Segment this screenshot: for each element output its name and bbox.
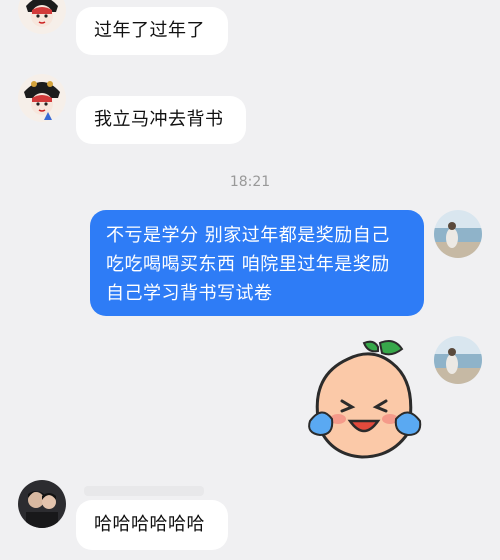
my-avatar[interactable]	[434, 210, 482, 258]
message-text: 哈哈哈哈哈哈	[94, 514, 205, 535]
message-bubble-incoming[interactable]: 我立马冲去背书	[76, 96, 246, 144]
opera-character-avatar-icon	[18, 74, 66, 122]
beach-photo-avatar-icon	[434, 336, 482, 384]
message-bubble-incoming[interactable]: 过年了过年了	[76, 7, 228, 55]
message-text: 过年了过年了	[94, 20, 205, 41]
contact-avatar[interactable]	[18, 74, 66, 122]
peach-sticker-icon	[308, 340, 422, 459]
message-timestamp: 18:21	[229, 174, 271, 190]
message-text-line: 吃吃喝喝买东西 咱院里过年是奖励	[106, 254, 390, 275]
message-text-line: 不亏是学分 别家过年都是奖励自己	[106, 225, 390, 246]
message-text-line: 自己学习背书写试卷	[106, 283, 273, 304]
beach-photo-avatar-icon	[434, 210, 482, 258]
message-bubble-incoming[interactable]: 哈哈哈哈哈哈	[76, 500, 228, 550]
couple-photo-avatar-icon	[18, 480, 66, 528]
message-text: 我立马冲去背书	[94, 109, 224, 130]
opera-character-avatar-icon	[18, 0, 66, 34]
crying-laughing-peach-sticker[interactable]	[298, 337, 428, 461]
contact-avatar[interactable]	[18, 480, 66, 528]
message-bubble-outgoing[interactable]: 不亏是学分 别家过年都是奖励自己 吃吃喝喝买东西 咱院里过年是奖励 自己学习背书…	[90, 210, 424, 316]
contact-avatar[interactable]	[18, 0, 66, 34]
sender-name-placeholder	[84, 486, 204, 496]
my-avatar[interactable]	[434, 336, 482, 384]
